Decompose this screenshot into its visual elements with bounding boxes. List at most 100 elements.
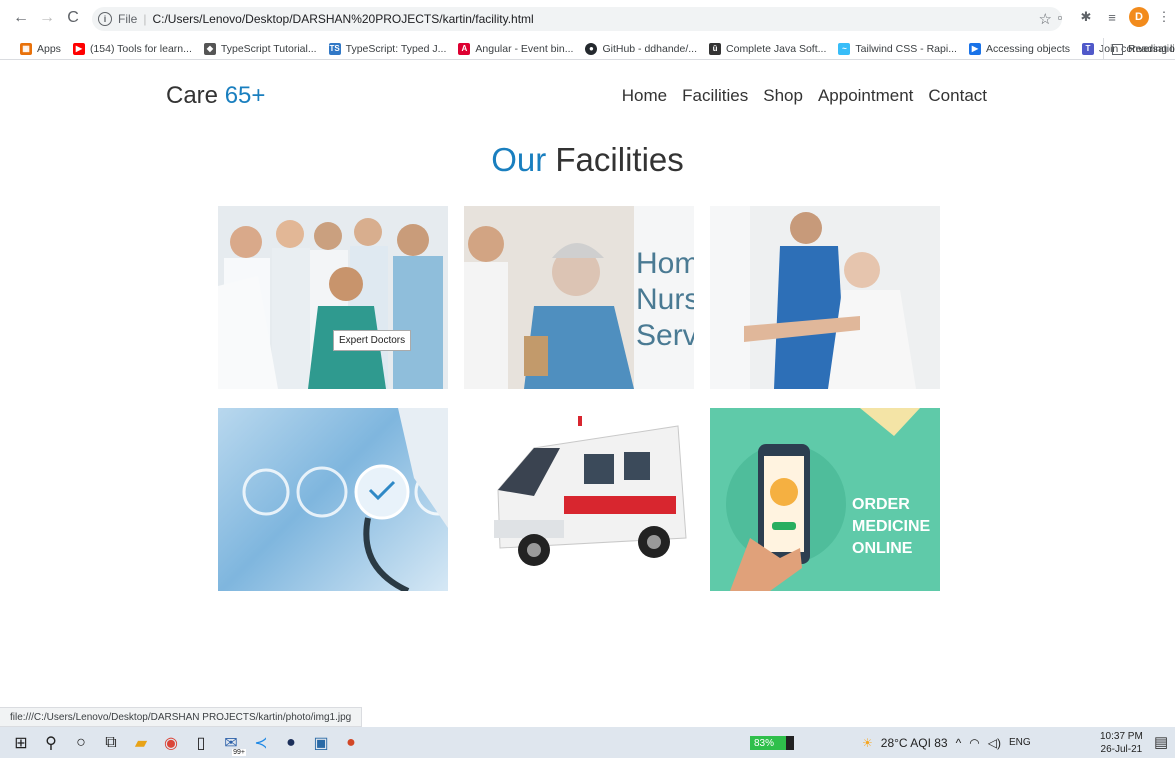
puzzle-icon[interactable]: ✱ — [1075, 6, 1097, 28]
youtube-icon: ▶ — [72, 42, 85, 55]
bookmark-github[interactable]: ● GitHub - ddhande/... — [585, 42, 698, 55]
address-bar[interactable]: i File | C:/Users/Lenovo/Desktop/DARSHAN… — [92, 7, 1062, 31]
facility-tile-diagnostics[interactable] — [218, 408, 448, 591]
bookmark-apps[interactable]: ▦ Apps — [20, 42, 61, 55]
home-nursing-text: Hom Nurs Serv — [636, 246, 694, 354]
github-icon: ● — [585, 42, 598, 55]
physiotherapy-image — [710, 206, 940, 389]
reading-list-label: Reading list — [1128, 43, 1175, 55]
site-logo[interactable]: Care 65+ — [166, 82, 265, 110]
media-icon[interactable]: ≡ — [1101, 6, 1123, 28]
menu-icon[interactable]: ⋮ — [1153, 6, 1175, 28]
mail-badge: 99+ — [232, 749, 246, 756]
battery-indicator[interactable]: 83% — [750, 736, 794, 750]
reading-list[interactable]: Reading list — [1103, 38, 1175, 59]
bookmark-angular[interactable]: A Angular - Event bin... — [458, 42, 574, 55]
facility-tile-doctors[interactable]: Expert Doctors — [218, 206, 448, 389]
url-text[interactable]: C:/Users/Lenovo/Desktop/DARSHAN%20PROJEC… — [152, 12, 533, 26]
bookmarks-bar: ▦ Apps ▶ (154) Tools for learn... ◆ TypeScr… — [0, 38, 1175, 60]
file-explorer-icon[interactable]: ▰ — [126, 727, 156, 758]
nav-home[interactable]: Home — [622, 86, 667, 106]
forward-icon[interactable]: → — [36, 7, 58, 29]
nav-shop[interactable]: Shop — [763, 86, 803, 106]
notification-icon[interactable]: ▤ — [1154, 733, 1168, 751]
teams-icon: T — [1082, 42, 1094, 55]
bookmark-label: Accessing objects — [985, 42, 1070, 55]
doctors-image — [218, 206, 448, 389]
title-main: Facilities — [546, 141, 684, 178]
apps-grid-icon: ▦ — [20, 42, 32, 55]
task-view-icon[interactable]: ⧉ — [96, 727, 126, 758]
clock[interactable]: 10:37 PM 26-Jul-21 — [1100, 730, 1143, 756]
facility-tile-order-medicine[interactable]: ORDER MEDICINE ONLINE — [710, 408, 940, 591]
nav-facilities[interactable]: Facilities — [682, 86, 748, 106]
bookmark-label: GitHub - ddhande/... — [602, 42, 698, 55]
tray-chevron-icon[interactable]: ^ — [956, 736, 962, 750]
clock-time: 10:37 PM — [1100, 731, 1143, 742]
notepad-icon[interactable]: ▯ — [186, 727, 216, 758]
logo-text: Care — [166, 82, 225, 109]
vpn-icon[interactable]: ● — [276, 727, 306, 758]
bookmark-youtube[interactable]: ▶ (154) Tools for learn... — [72, 42, 192, 55]
bookmark-accessing-objects[interactable]: ▶ Accessing objects — [968, 42, 1070, 55]
tailwind-icon: ~ — [838, 42, 851, 55]
page-title: Our Facilities — [0, 141, 1175, 179]
taskbar: ⊞ ⚲ ○ ⧉ ▰ ◉ ▯ ✉ 99+ ≺ ● ▣ ● 83% ☀ 28°C AQ… — [0, 727, 1175, 758]
order-medicine-text: ORDER MEDICINE ONLINE — [852, 494, 930, 560]
vscode-icon[interactable]: ≺ — [246, 727, 276, 758]
powerpoint-icon[interactable]: ● — [336, 727, 366, 758]
weather-text[interactable]: 28°C AQI 83 — [881, 736, 948, 750]
bookmark-label: Complete Java Soft... — [726, 42, 827, 55]
facility-tile-ambulance[interactable] — [464, 408, 694, 591]
bookmark-label: TypeScript Tutorial... — [220, 42, 317, 55]
nurse-line: Serv — [636, 319, 694, 352]
file-label: File — [118, 12, 138, 26]
facility-tile-home-nursing[interactable]: Hom Nurs Serv — [464, 206, 694, 389]
diagnostics-image — [242, 408, 448, 591]
nurse-line: Hom — [636, 247, 694, 280]
main-nav: Home Facilities Shop Appointment Contact — [607, 86, 987, 106]
app-icon[interactable]: ▣ — [306, 727, 336, 758]
reading-list-icon — [1112, 43, 1123, 55]
angular-icon: A — [458, 42, 471, 55]
bookmark-label: Angular - Event bin... — [475, 42, 574, 55]
java-icon: ǔ — [709, 42, 722, 55]
info-icon[interactable]: i — [98, 12, 112, 26]
windows-start-icon[interactable]: ⊞ — [6, 727, 36, 758]
bookmark-label: TypeScript: Typed J... — [345, 42, 447, 55]
extension-icon[interactable]: ▫ — [1049, 6, 1071, 28]
weather-icon[interactable]: ☀ — [862, 736, 873, 750]
language-indicator[interactable]: ENG — [1009, 737, 1031, 748]
bookmark-typescript-tutorial[interactable]: ◆ TypeScript Tutorial... — [203, 42, 317, 55]
bookmark-java[interactable]: ǔ Complete Java Soft... — [709, 42, 827, 55]
ts-icon: TS — [328, 42, 341, 55]
profile-avatar[interactable]: D — [1129, 7, 1149, 27]
title-accent: Our — [491, 141, 547, 178]
tile-tooltip: Expert Doctors — [333, 330, 412, 351]
network-icon[interactable]: ◠ — [969, 736, 979, 750]
cortana-icon[interactable]: ○ — [66, 727, 96, 758]
facility-tile-physiotherapy[interactable] — [710, 206, 940, 389]
search-icon[interactable]: ⚲ — [36, 727, 66, 758]
nav-contact[interactable]: Contact — [928, 86, 987, 106]
separator: | — [143, 12, 147, 26]
diamond-icon: ◆ — [203, 42, 216, 55]
play-icon: ▶ — [968, 42, 981, 55]
status-url: file:///C:/Users/Lenovo/Desktop/DARSHAN … — [0, 707, 363, 727]
back-icon[interactable]: ← — [10, 7, 32, 29]
mail-icon[interactable]: ✉ 99+ — [216, 727, 246, 758]
volume-icon[interactable]: ◁) — [988, 736, 1001, 750]
order-line: MEDICINE — [852, 518, 931, 535]
bookmark-tailwind[interactable]: ~ Tailwind CSS - Rapi... — [838, 42, 957, 55]
toolbar-right: ▫ ✱ ≡ D ⋮ — [1045, 6, 1175, 28]
logo-accent: 65+ — [224, 82, 266, 109]
facilities-grid: Expert Doctors Hom Nurs Serv ORDER MEDIC… — [218, 206, 940, 592]
system-tray: ☀ 28°C AQI 83 ^ ◠ ◁) ENG — [862, 727, 1039, 758]
chrome-icon[interactable]: ◉ — [156, 727, 186, 758]
bookmark-typescript-typed[interactable]: TS TypeScript: Typed J... — [328, 42, 447, 55]
reload-icon[interactable]: C — [62, 7, 84, 29]
bookmark-label: Apps — [37, 42, 61, 55]
nav-appointment[interactable]: Appointment — [818, 86, 913, 106]
order-line: ONLINE — [852, 540, 913, 557]
bookmark-label: (154) Tools for learn... — [89, 42, 192, 55]
